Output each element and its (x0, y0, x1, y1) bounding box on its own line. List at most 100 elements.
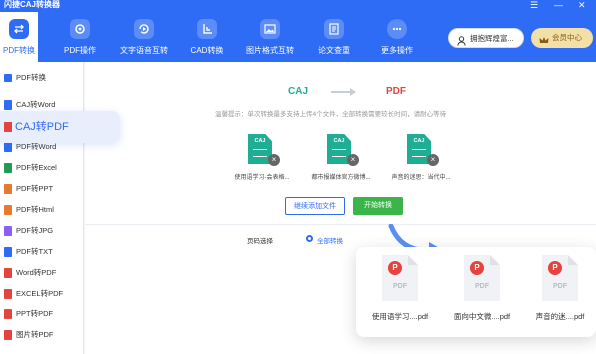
tab-label: PDF转换 (3, 46, 35, 55)
highlight-label: CAJ转PDF (15, 121, 69, 133)
sidebar-item-excel-pdf[interactable]: EXCEL转PDF (0, 284, 84, 304)
audio-icon (134, 19, 154, 39)
file-name: 都市报媒体官方微博... (311, 175, 371, 181)
sidebar-item-label: PDF转TXT (16, 247, 53, 256)
check-doc-icon (324, 19, 344, 39)
title-bar: 闪捷CAJ转换器 ☰ — ✕ (0, 0, 596, 12)
pdf-file-icon: P PDF (464, 255, 500, 301)
tab-cad-convert[interactable]: CAD转换 (186, 12, 228, 62)
target-format: PDF (386, 86, 406, 97)
sidebar-item-pdf-txt[interactable]: PDF转TXT (0, 242, 84, 262)
minimize-button[interactable]: — (554, 0, 563, 10)
swap-icon (9, 19, 29, 39)
pdf-file-icon: P PDF (382, 255, 418, 301)
tab-label: 论文查重 (318, 46, 350, 55)
notice-text: 温馨提示：单次转换最多支持上传4个文件，全部转换需要较长时间，请耐心等待 (215, 111, 447, 118)
tab-label: 图片格式互转 (246, 46, 294, 55)
sidebar-item-caj-pdf-highlight[interactable]: CAJ转PDF (0, 111, 120, 143)
menu-icon[interactable]: ☰ (530, 0, 538, 10)
remove-file-icon[interactable]: × (347, 154, 359, 166)
app-title: 闪捷CAJ转换器 (4, 0, 61, 9)
page-all-label: 全部转换 (317, 238, 343, 245)
tab-label: CAD转换 (190, 46, 224, 55)
tab-label: 更多操作 (381, 46, 413, 55)
sidebar-item-pdf-convert[interactable]: PDF转换 (0, 68, 84, 88)
tab-pdf-convert[interactable]: PDF转换 (0, 12, 38, 62)
user-name: 拥抱辉煌富... (470, 34, 514, 43)
grid-icon (4, 74, 12, 82)
tab-pdf-operate[interactable]: PDF操作 (58, 12, 102, 62)
pdf-type: PDF (475, 283, 489, 290)
sidebar-item-label: PDF转PPT (16, 184, 54, 193)
user-account-button[interactable]: 拥抱辉煌富... (448, 28, 524, 48)
file-card[interactable]: CAJ × 都市报媒体官方微博... (310, 134, 372, 182)
sidebar-item-word-pdf[interactable]: Word转PDF (0, 263, 84, 283)
start-convert-button[interactable]: 开始转换 (353, 197, 403, 215)
pdf-file-icon (4, 268, 12, 278)
word-file-icon (4, 100, 12, 110)
vip-label: 会员中心 (552, 33, 582, 42)
pdf-file-icon (4, 122, 12, 132)
page-all-radio[interactable] (306, 235, 313, 242)
close-button[interactable]: ✕ (578, 0, 586, 10)
file-tag: CAJ (413, 138, 425, 144)
sidebar-item-label: PDF转换 (16, 73, 46, 82)
arrow-right-icon (331, 88, 357, 98)
cad-icon (197, 19, 217, 39)
tab-more[interactable]: 更多操作 (376, 12, 418, 62)
divider (85, 224, 596, 225)
file-tag: CAJ (333, 138, 345, 144)
pdf-file-icon (4, 309, 12, 319)
user-icon (457, 34, 466, 54)
tab-image-convert[interactable]: 图片格式互转 (242, 12, 298, 62)
pdf-file-icon (4, 330, 12, 340)
sidebar-item-image-pdf[interactable]: 图片转PDF (0, 325, 84, 345)
sidebar: PDF转换 CAJ转Word CAJ转PDF PDF转Word PDF转Exce… (0, 62, 84, 354)
word-file-icon (4, 142, 12, 152)
page-select-label: 页码选择 (247, 238, 273, 245)
pdf-file-icon (4, 289, 12, 299)
txt-file-icon (4, 247, 12, 257)
gear-icon (70, 19, 90, 39)
excel-file-icon (4, 163, 12, 173)
tab-paper-check[interactable]: 论文查重 (314, 12, 354, 62)
add-file-button[interactable]: 继续添加文件 (285, 197, 345, 215)
sidebar-item-pdf-ppt[interactable]: PDF转PPT (0, 179, 84, 199)
result-file-card[interactable]: P PDF 使用语学习....pdf (362, 255, 438, 325)
sidebar-item-ppt-pdf[interactable]: PPT转PDF (0, 304, 84, 324)
tab-label: 文字语音互转 (120, 46, 168, 55)
file-card[interactable]: CAJ × 声音的迷思：当代中... (390, 134, 452, 182)
image-file-icon (4, 226, 12, 236)
image-icon (260, 19, 280, 39)
file-card[interactable]: CAJ × 使用语学习-会表格... (231, 134, 293, 182)
sidebar-item-pdf-excel[interactable]: PDF转Excel (0, 158, 84, 178)
result-popup: P PDF 使用语学习....pdf P PDF 面向中文微....pdf P … (356, 247, 596, 337)
crown-icon (539, 33, 549, 53)
remove-file-icon[interactable]: × (268, 154, 280, 166)
source-format: CAJ (288, 86, 309, 97)
remove-file-icon[interactable]: × (427, 154, 439, 166)
sidebar-item-label: PDF转Excel (16, 163, 57, 172)
pdf-type: PDF (393, 283, 407, 290)
sidebar-item-pdf-jpg[interactable]: PDF转JPG (0, 221, 84, 241)
pdf-type: PDF (553, 283, 567, 290)
file-tag: CAJ (254, 138, 266, 144)
result-file-card[interactable]: P PDF 面向中文微....pdf (444, 255, 520, 325)
result-file-card[interactable]: P PDF 声音的迷....pdf (522, 255, 596, 325)
pdf-file-icon: P PDF (542, 255, 578, 301)
tab-text-speech[interactable]: 文字语音互转 (116, 12, 172, 62)
sidebar-item-label: 图片转PDF (16, 330, 54, 339)
sidebar-item-label: PDF转JPG (16, 226, 54, 235)
result-file-name: 面向中文微....pdf (453, 312, 511, 321)
sidebar-item-label: PPT转PDF (16, 309, 54, 318)
html-file-icon (4, 205, 12, 215)
vip-center-button[interactable]: 会员中心 (531, 28, 593, 48)
sidebar-item-label: PDF转Html (16, 205, 54, 214)
tab-label: PDF操作 (64, 46, 96, 55)
sidebar-item-pdf-html[interactable]: PDF转Html (0, 200, 84, 220)
sidebar-item-label: Word转PDF (16, 268, 57, 277)
pdf-badge: P (470, 261, 484, 275)
top-toolbar: PDF转换 PDF操作 文字语音互转 CAD转换 图片格式互转 论文查重 更多操… (0, 12, 596, 62)
pdf-badge: P (548, 261, 562, 275)
more-icon (387, 19, 407, 39)
